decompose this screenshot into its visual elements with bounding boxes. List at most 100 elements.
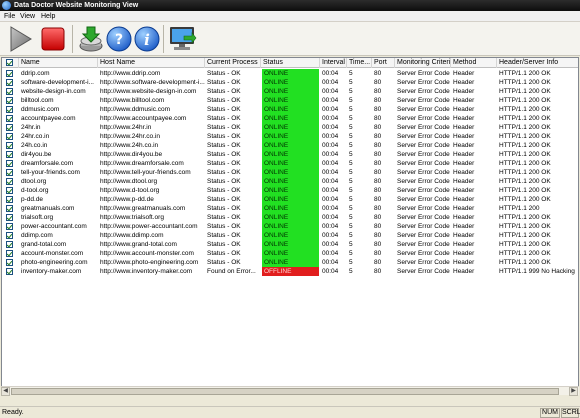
row-checkbox[interactable] bbox=[6, 169, 13, 176]
cell-port: 80 bbox=[374, 259, 382, 266]
row-checkbox[interactable] bbox=[6, 88, 13, 95]
row-checkbox[interactable] bbox=[6, 241, 13, 248]
menu-file[interactable]: File bbox=[4, 12, 15, 21]
row-checkbox[interactable] bbox=[6, 196, 13, 203]
cell-status: ONLINE bbox=[262, 159, 319, 168]
cell-name: trialsoft.org bbox=[21, 214, 54, 221]
cell-host: http://www.24hr.co.in bbox=[100, 133, 160, 140]
row-checkbox[interactable] bbox=[6, 205, 13, 212]
table-row[interactable]: dtool.org http://www.dtool.org Status - OK… bbox=[2, 177, 578, 186]
row-checkbox[interactable] bbox=[6, 115, 13, 122]
row-checkbox[interactable] bbox=[6, 70, 13, 77]
table-row[interactable]: software-development-i... http://www.soft… bbox=[2, 78, 578, 87]
row-checkbox[interactable] bbox=[6, 160, 13, 167]
cell-interval: 00:04 bbox=[322, 97, 339, 104]
cell-interval: 00:04 bbox=[322, 79, 339, 86]
column-header-interval[interactable]: Interval bbox=[320, 58, 347, 68]
scroll-left-arrow[interactable]: ◀ bbox=[1, 387, 10, 396]
cell-criteria: Server Error Code bbox=[397, 250, 450, 257]
table-row[interactable]: accountpayee.com http://www.accountpayee.… bbox=[2, 114, 578, 123]
row-checkbox[interactable] bbox=[6, 151, 13, 158]
stop-button[interactable] bbox=[38, 24, 68, 54]
table-row[interactable]: account-monster.com http://www.account-mo… bbox=[2, 249, 578, 258]
row-checkbox[interactable] bbox=[6, 232, 13, 239]
column-header-info[interactable]: Header/Server Info bbox=[497, 58, 578, 68]
row-checkbox[interactable] bbox=[6, 97, 13, 104]
cell-status: ONLINE bbox=[262, 222, 319, 231]
scrollbar-thumb[interactable] bbox=[11, 388, 559, 395]
table-row[interactable]: dreamforsale.com http://www.dreamforsale.… bbox=[2, 159, 578, 168]
about-button[interactable]: i bbox=[132, 24, 162, 54]
cell-process: Status - OK bbox=[207, 142, 241, 149]
column-header-select[interactable] bbox=[2, 58, 19, 68]
monitor-button[interactable] bbox=[167, 24, 197, 54]
table-row[interactable]: dir4you.be http://www.dir4you.be Status - … bbox=[2, 150, 578, 159]
row-checkbox[interactable] bbox=[6, 178, 13, 185]
cell-method: Header bbox=[453, 187, 475, 194]
cell-criteria: Server Error Code bbox=[397, 160, 450, 167]
row-checkbox[interactable] bbox=[6, 214, 13, 221]
row-checkbox[interactable] bbox=[6, 106, 13, 113]
row-checkbox[interactable] bbox=[6, 187, 13, 194]
play-icon bbox=[10, 26, 32, 52]
column-header-host[interactable]: Host Name bbox=[98, 58, 205, 68]
column-header-name[interactable]: Name bbox=[19, 58, 98, 68]
table-row[interactable]: power-accountant.com http://www.power-acc… bbox=[2, 222, 578, 231]
cell-process: Status - OK bbox=[207, 187, 241, 194]
title-bar[interactable]: Data Doctor Website Monitoring View bbox=[0, 0, 580, 11]
row-checkbox[interactable] bbox=[6, 259, 13, 266]
cell-info: HTTP/1.1 200 OK bbox=[499, 187, 551, 194]
table-row[interactable]: inventory-maker.com http://www.inventory-… bbox=[2, 267, 578, 276]
row-checkbox[interactable] bbox=[6, 79, 13, 86]
cell-info: HTTP/1.1 200 OK bbox=[499, 97, 551, 104]
row-checkbox[interactable] bbox=[6, 133, 13, 140]
column-header-timeout[interactable]: Time... bbox=[347, 58, 372, 68]
row-checkbox[interactable] bbox=[6, 268, 13, 275]
start-button[interactable] bbox=[5, 24, 35, 54]
cell-host: http://www.24hr.in bbox=[100, 124, 152, 131]
row-checkbox[interactable] bbox=[6, 223, 13, 230]
table-row[interactable]: ddrip.com http://www.ddrip.com Status - OK… bbox=[2, 69, 578, 78]
column-header-port[interactable]: Port bbox=[372, 58, 395, 68]
table-row[interactable]: 24hr.in http://www.24hr.in Status - OK ONLI… bbox=[2, 123, 578, 132]
cell-process: Status - OK bbox=[207, 115, 241, 122]
horizontal-scrollbar[interactable]: ◀ ▶ bbox=[1, 386, 579, 396]
table-row[interactable]: ddimp.com http://www.ddimp.com Status - OK… bbox=[2, 231, 578, 240]
table-row[interactable]: p-dd.de http://www.p-dd.de Status - OK ONLI… bbox=[2, 195, 578, 204]
cell-process: Status - OK bbox=[207, 196, 241, 203]
table-row[interactable]: tell-your-friends.com http://www.tell-you… bbox=[2, 168, 578, 177]
column-header-status[interactable]: Status bbox=[261, 58, 320, 68]
table-row[interactable]: billtool.com http://www.billtool.com Statu… bbox=[2, 96, 578, 105]
cell-info: HTTP/1.1 200 OK bbox=[499, 142, 551, 149]
cell-host: http://www.billtool.com bbox=[100, 97, 165, 104]
table-row[interactable]: website-design-in.com http://www.website-… bbox=[2, 87, 578, 96]
table-row[interactable]: photo-engineering.com http://www.photo-en… bbox=[2, 258, 578, 267]
cell-port: 80 bbox=[374, 178, 382, 185]
cell-criteria: Server Error Code bbox=[397, 241, 450, 248]
cell-interval: 00:04 bbox=[322, 232, 339, 239]
cell-port: 80 bbox=[374, 97, 382, 104]
download-button[interactable] bbox=[76, 24, 106, 54]
column-header-process[interactable]: Current Process bbox=[205, 58, 261, 68]
scroll-right-arrow[interactable]: ▶ bbox=[569, 387, 578, 396]
column-header-criteria[interactable]: Monitoring Criteria bbox=[395, 58, 451, 68]
table-row[interactable]: d-tool.org http://www.d-tool.org Status - … bbox=[2, 186, 578, 195]
cell-host: http://www.photo-engineering.com bbox=[100, 259, 199, 266]
help-button[interactable]: ? bbox=[104, 24, 134, 54]
row-checkbox[interactable] bbox=[6, 142, 13, 149]
table-row[interactable]: grand-total.com http://www.grand-total.co… bbox=[2, 240, 578, 249]
row-checkbox[interactable] bbox=[6, 124, 13, 131]
row-checkbox[interactable] bbox=[6, 250, 13, 257]
cell-process: Status - OK bbox=[207, 214, 241, 221]
menu-view[interactable]: View bbox=[20, 12, 35, 21]
select-all-checkbox[interactable] bbox=[6, 59, 13, 66]
table-row[interactable]: 24h.co.in http://www.24h.co.in Status - OK… bbox=[2, 141, 578, 150]
table-row[interactable]: greatmanuals.com http://www.greatmanuals.… bbox=[2, 204, 578, 213]
table-row[interactable]: ddmusic.com http://www.ddmusic.com Status … bbox=[2, 105, 578, 114]
table-row[interactable]: 24hr.co.in http://www.24hr.co.in Status - … bbox=[2, 132, 578, 141]
menu-help[interactable]: Help bbox=[41, 12, 55, 21]
table-row[interactable]: trialsoft.org http://www.trialsoft.org Sta… bbox=[2, 213, 578, 222]
cell-info: HTTP/1.1 200 OK bbox=[499, 88, 551, 95]
cell-name: tell-your-friends.com bbox=[21, 169, 80, 176]
column-header-method[interactable]: Method bbox=[451, 58, 497, 68]
